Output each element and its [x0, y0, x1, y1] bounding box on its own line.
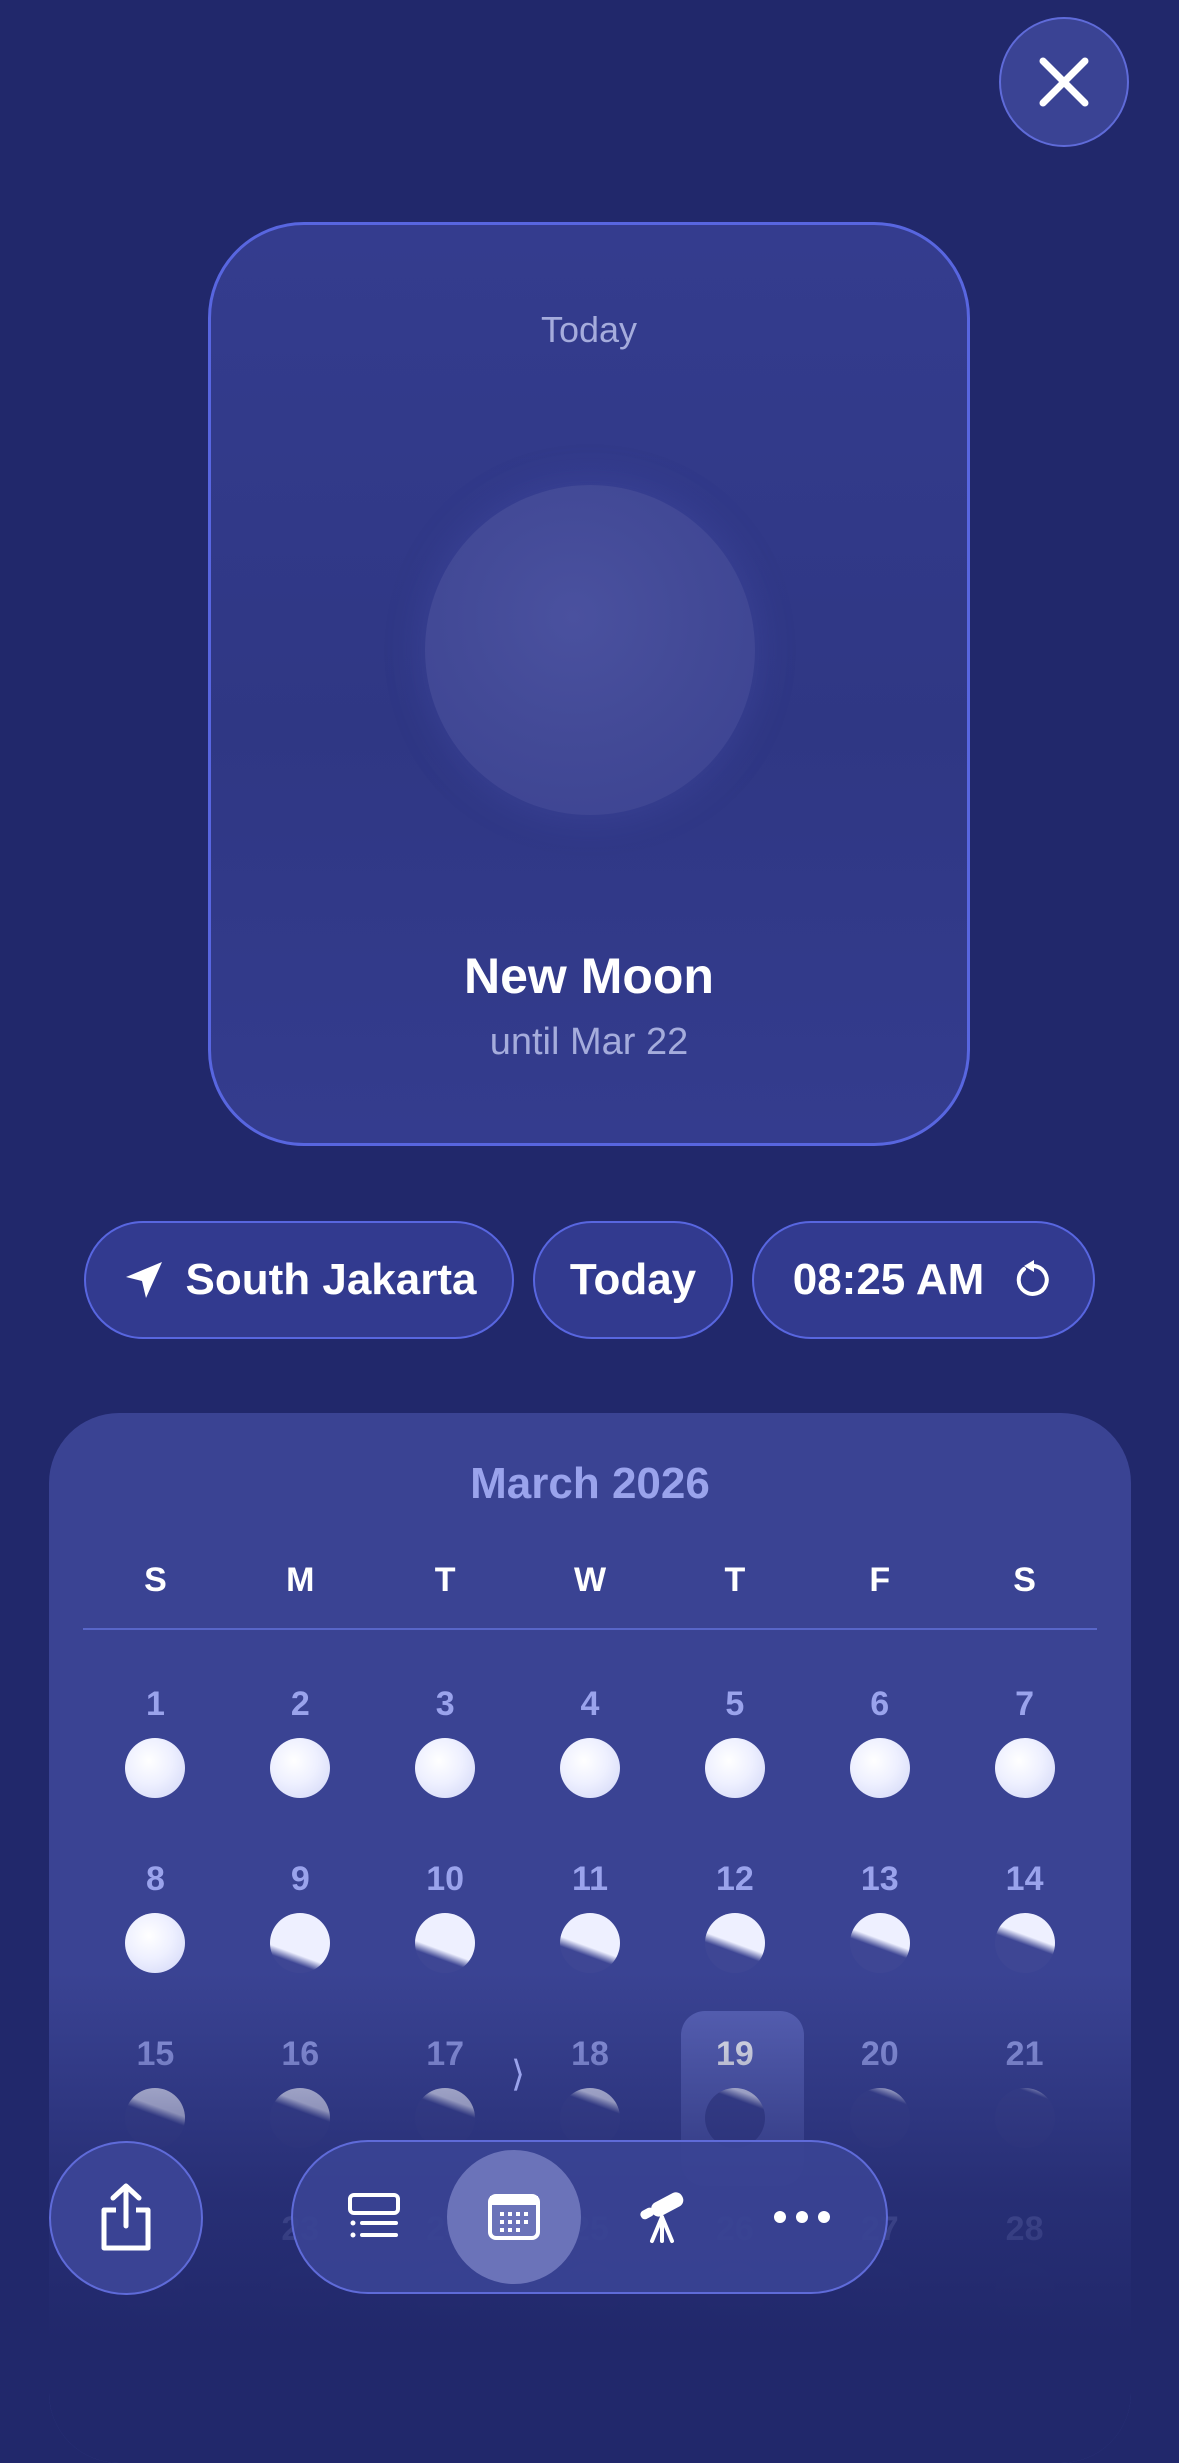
- calendar-day-number: 3: [435, 1685, 455, 1723]
- calendar-day-number: 11: [572, 1860, 608, 1898]
- calendar-day-number: 14: [1005, 1860, 1044, 1898]
- moon-phase-card[interactable]: Today New Moon until Mar 22: [208, 222, 970, 1146]
- telescope-icon: [640, 2192, 684, 2243]
- moon-phase-icon: [704, 1913, 765, 1973]
- moon-phase-title: New Moon: [464, 948, 714, 1004]
- weekday-label: W: [573, 1561, 607, 1599]
- weekday-header: S M T W T F S: [83, 1561, 1097, 1621]
- calendar-day-number: 6: [870, 1685, 890, 1723]
- calendar-day-number: 12: [715, 1860, 754, 1898]
- time-label: 08:25 AM: [792, 1255, 985, 1304]
- moon-phase-icon: [560, 1738, 620, 1798]
- moon-phase-icon: [994, 1913, 1055, 1973]
- location-button[interactable]: South Jakarta: [84, 1221, 514, 1339]
- calendar-week-row: 1 2 3 4 5 6 7: [83, 1671, 1097, 1846]
- tab-more[interactable]: [735, 2150, 869, 2284]
- list-icon: [348, 2193, 400, 2238]
- weekday-label: S: [144, 1561, 167, 1599]
- calendar-panel: March 2026 S M T W T F S 1 2 3 4 5 6 7 8 9 10 11 12…: [49, 1413, 1131, 2463]
- calendar-icon: [488, 2194, 540, 2240]
- tab-list[interactable]: [307, 2150, 441, 2284]
- calendar-day-number: 7: [1015, 1685, 1035, 1723]
- calendar-day[interactable]: 3: [373, 1671, 518, 1846]
- calendar-day-number: 2: [290, 1685, 310, 1723]
- moon-phase-icon: [849, 1738, 910, 1798]
- date-label: Today: [569, 1255, 697, 1304]
- tab-calendar[interactable]: [447, 2150, 581, 2284]
- calendar-day-number: 10: [426, 1860, 465, 1898]
- moon-phase-subtitle: until Mar 22: [489, 1021, 689, 1063]
- calendar-day-number: 1: [145, 1685, 165, 1723]
- tab-telescope[interactable]: [595, 2150, 729, 2284]
- moon-phase-icon: [125, 1738, 186, 1798]
- moon-phase-icon: [994, 1738, 1055, 1798]
- close-button[interactable]: [999, 17, 1129, 147]
- more-icon: [774, 2211, 830, 2223]
- location-arrow-icon: [125, 1262, 162, 1298]
- calendar-divider: [83, 1628, 1097, 1630]
- chevron-right-icon: ⟩: [511, 2053, 526, 2094]
- calendar-day-number: 8: [145, 1860, 165, 1898]
- calendar-day[interactable]: 1: [83, 1671, 228, 1846]
- moon-phase-icon: [270, 1913, 331, 1973]
- moon-phase-icon: [415, 1738, 476, 1798]
- calendar-day[interactable]: 2: [228, 1671, 373, 1846]
- moon-phase-icon: [415, 1913, 476, 1973]
- calendar-day[interactable]: 4: [518, 1671, 663, 1846]
- moon-phase-icon: [849, 1913, 910, 1973]
- date-button[interactable]: Today: [533, 1221, 733, 1339]
- close-icon: [1039, 57, 1089, 107]
- tab-bar: [291, 2140, 888, 2294]
- weekday-label: S: [1013, 1561, 1036, 1599]
- moon-phase-icon: [125, 1913, 186, 1973]
- calendar-day-number: 5: [725, 1685, 745, 1723]
- reset-icon[interactable]: [1010, 1258, 1054, 1302]
- weekday-label: F: [869, 1561, 891, 1599]
- moon-phase-icon: [270, 1738, 331, 1798]
- hero-label: Today: [540, 309, 638, 350]
- share-icon: [101, 2183, 151, 2251]
- time-button[interactable]: 08:25 AM: [752, 1221, 1095, 1339]
- moon-phase-icon: [704, 1738, 765, 1798]
- calendar-day[interactable]: 5: [662, 1671, 807, 1846]
- calendar-day-number: 13: [860, 1860, 899, 1898]
- location-label: South Jakarta: [185, 1255, 477, 1304]
- weekday-label: M: [286, 1561, 315, 1599]
- weekday-label: T: [724, 1561, 746, 1599]
- weekday-label: T: [434, 1561, 456, 1599]
- calendar-day[interactable]: 6: [807, 1671, 952, 1846]
- calendar-day-number: 4: [580, 1685, 600, 1723]
- share-button[interactable]: [49, 2141, 203, 2295]
- moon-phase-icon: [560, 1913, 620, 1973]
- calendar-day[interactable]: 7: [952, 1671, 1097, 1846]
- moon-image: [425, 485, 755, 815]
- calendar-month-title: March 2026: [470, 1459, 710, 1508]
- calendar-day-number: 9: [290, 1860, 310, 1898]
